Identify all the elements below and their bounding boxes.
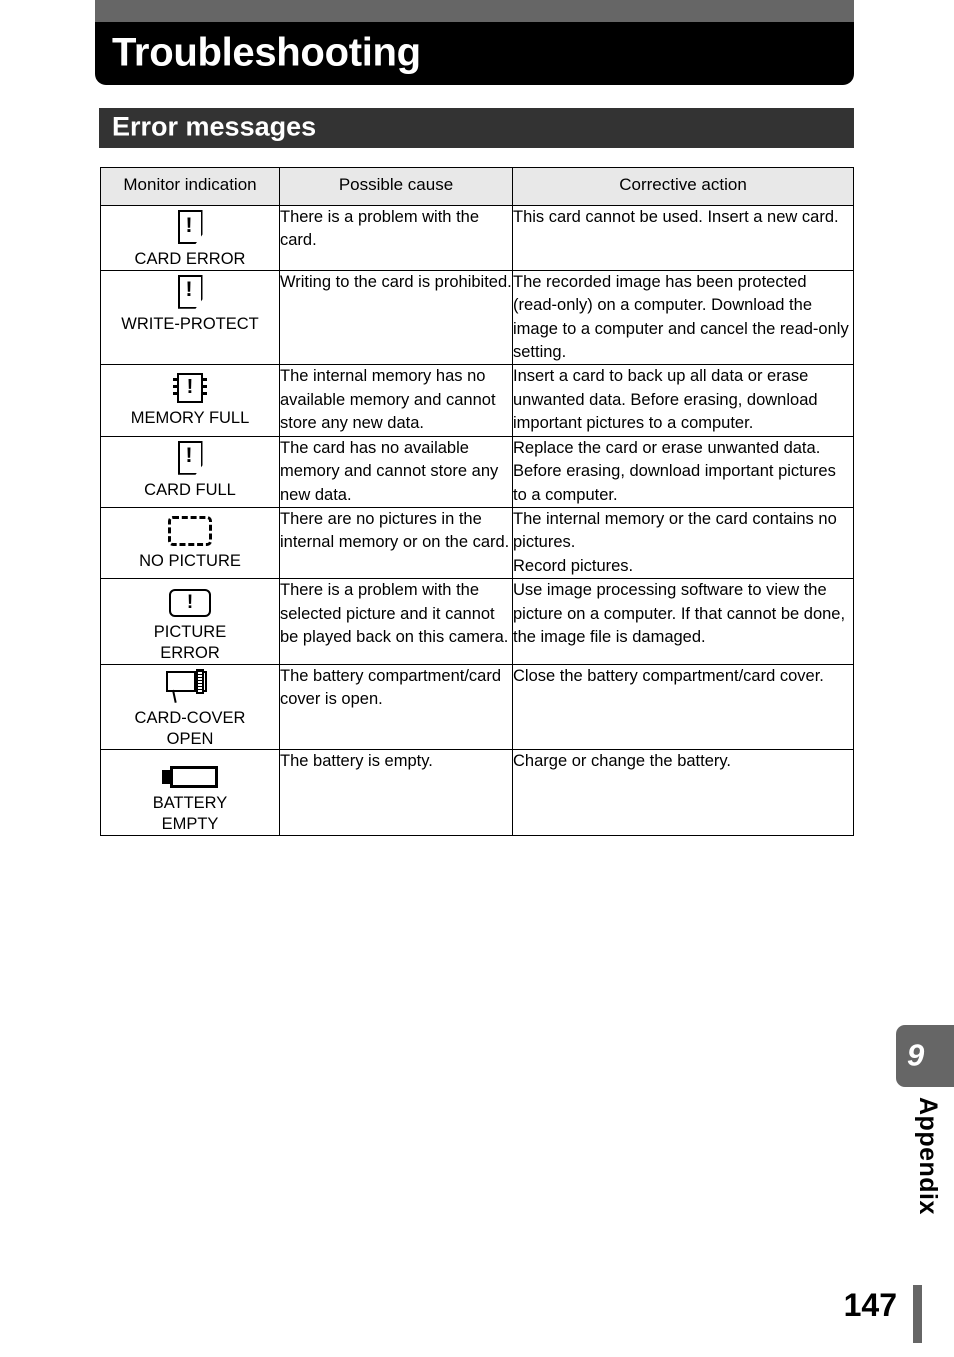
memory-card-write-protect-icon xyxy=(101,271,279,309)
table-row: CARD-COVER OPEN The battery compartment/… xyxy=(100,663,854,751)
page-number: 147 xyxy=(843,1287,897,1323)
corrective-action-cell: Insert a card to back up all data or era… xyxy=(512,364,854,437)
monitor-indication-cell: MEMORY FULL xyxy=(100,364,280,437)
possible-cause-cell: Writing to the card is prohibited. xyxy=(279,269,513,366)
indication-label: CARD FULL xyxy=(144,480,236,499)
indication-label: NO PICTURE xyxy=(139,552,241,570)
column-header-monitor-indication: Monitor indication xyxy=(100,167,280,206)
corrective-action-cell: The internal memory or the card contains… xyxy=(512,506,854,580)
possible-cause-cell: There are no pictures in the internal me… xyxy=(279,506,513,580)
indication-label: BATTERY EMPTY xyxy=(152,794,228,834)
possible-cause-cell: The battery compartment/card cover is op… xyxy=(279,663,513,751)
table-row: NO PICTURE There are no pictures in the … xyxy=(100,506,854,580)
chapter-tab: 9 xyxy=(896,1025,954,1087)
corrective-action-cell: Use image processing software to view th… xyxy=(512,578,854,665)
corrective-action-cell: Charge or change the battery. xyxy=(512,749,854,836)
corrective-action-cell: The recorded image has been protected (r… xyxy=(512,269,854,366)
possible-cause-cell: The card has no available memory and can… xyxy=(279,435,513,509)
possible-cause-cell: The battery is empty. xyxy=(279,749,513,836)
monitor-indication-cell: CARD ERROR xyxy=(100,205,280,271)
table-row: BATTERY EMPTY The battery is empty. Char… xyxy=(100,749,854,836)
picture-error-frame-icon xyxy=(101,579,279,618)
table-row: CARD ERROR There is a problem with the c… xyxy=(100,205,854,271)
monitor-indication-cell: WRITE-PROTECT xyxy=(100,269,280,366)
corrective-action-cell: This card cannot be used. Insert a new c… xyxy=(512,205,854,271)
table-header-row: Monitor indication Possible cause Correc… xyxy=(100,167,854,206)
page-number-rule xyxy=(913,1285,922,1343)
monitor-indication-cell: PICTURE ERROR xyxy=(100,578,280,665)
monitor-indication-cell: BATTERY EMPTY xyxy=(100,749,280,836)
table-row: WRITE-PROTECT Writing to the card is pro… xyxy=(100,269,854,366)
indication-label: CARD-COVER OPEN xyxy=(134,708,246,748)
camera-card-cover-open-icon xyxy=(101,665,279,703)
chapter-tab-label: Appendix xyxy=(914,1097,942,1215)
memory-card-error-icon xyxy=(101,206,279,244)
indication-label: CARD ERROR xyxy=(134,250,246,268)
possible-cause-cell: The internal memory has no available mem… xyxy=(279,364,513,437)
table-row: CARD FULL The card has no available memo… xyxy=(100,435,854,509)
chapter-title-bar: Troubleshooting xyxy=(95,22,854,85)
error-messages-table: Monitor indication Possible cause Correc… xyxy=(100,167,854,836)
battery-empty-icon xyxy=(101,750,279,789)
empty-frame-dashed-icon xyxy=(101,508,279,546)
column-header-corrective-action: Corrective action xyxy=(512,167,854,206)
section-heading: Error messages xyxy=(112,111,317,142)
table-row: PICTURE ERROR There is a problem with th… xyxy=(100,578,854,665)
monitor-indication-cell: CARD-COVER OPEN xyxy=(100,663,280,751)
possible-cause-cell: There is a problem with the selected pic… xyxy=(279,578,513,665)
indication-label: WRITE-PROTECT xyxy=(121,314,259,333)
monitor-indication-cell: NO PICTURE xyxy=(100,506,280,580)
memory-card-full-icon xyxy=(101,437,279,475)
internal-memory-chip-icon xyxy=(101,365,279,404)
table-row: MEMORY FULL The internal memory has no a… xyxy=(100,364,854,437)
page-top-accent-strip xyxy=(95,0,854,22)
monitor-indication-cell: CARD FULL xyxy=(100,435,280,509)
corrective-action-cell: Replace the card or erase unwanted data.… xyxy=(512,435,854,509)
section-heading-bar: Error messages xyxy=(99,108,854,148)
corrective-action-cell: Close the battery compartment/card cover… xyxy=(512,663,854,751)
indication-label: PICTURE ERROR xyxy=(153,623,227,663)
chapter-number: 9 xyxy=(907,1037,925,1073)
column-header-possible-cause: Possible cause xyxy=(279,167,513,206)
possible-cause-cell: There is a problem with the card. xyxy=(279,205,513,271)
page-title: Troubleshooting xyxy=(112,30,421,75)
indication-label: MEMORY FULL xyxy=(130,409,250,428)
